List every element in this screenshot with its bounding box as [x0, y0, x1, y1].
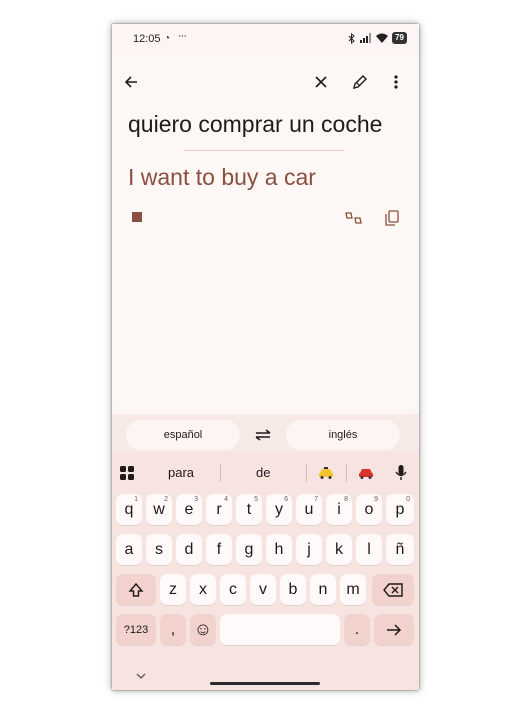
- key-z[interactable]: z: [160, 574, 186, 605]
- key-f[interactable]: f: [206, 534, 232, 565]
- app-bar: [112, 69, 419, 105]
- key-label: w: [153, 500, 165, 518]
- key-number-hint: 7: [314, 496, 318, 503]
- suggestion-separator: [220, 464, 221, 482]
- key-w[interactable]: w2: [146, 494, 172, 525]
- key-number-hint: 5: [254, 496, 258, 503]
- key-number-hint: 8: [344, 496, 348, 503]
- key-o[interactable]: o9: [356, 494, 382, 525]
- comma-key[interactable]: ,: [160, 614, 186, 645]
- target-language-button[interactable]: inglés: [286, 420, 400, 450]
- feedback-icon[interactable]: [340, 204, 368, 232]
- stop-audio-icon[interactable]: [132, 212, 142, 222]
- bluetooth-icon: [348, 32, 355, 44]
- edit-pen-icon[interactable]: [346, 68, 374, 96]
- apps-grid-icon[interactable]: [113, 459, 141, 487]
- wifi-icon: [376, 33, 389, 43]
- battery-indicator: 79: [392, 32, 407, 44]
- key-label: i: [337, 500, 341, 518]
- emoji-icon: ☺: [193, 619, 213, 639]
- key-label: e: [184, 500, 194, 518]
- key-i[interactable]: i8: [326, 494, 352, 525]
- key-m[interactable]: m: [340, 574, 366, 605]
- key-h[interactable]: h: [266, 534, 292, 565]
- symbols-key[interactable]: ?123: [116, 614, 156, 645]
- back-arrow-icon[interactable]: [117, 68, 145, 96]
- translation-card: [112, 56, 419, 414]
- enter-icon: [387, 623, 402, 636]
- divider: [184, 150, 344, 151]
- key-x[interactable]: x: [190, 574, 216, 605]
- key-b[interactable]: b: [280, 574, 306, 605]
- status-time: 12:05: [133, 33, 161, 45]
- key-j[interactable]: j: [296, 534, 322, 565]
- key-k[interactable]: k: [326, 534, 352, 565]
- key-label: u: [304, 500, 314, 518]
- more-notifications-icon: ···: [178, 30, 187, 42]
- key-number-hint: 2: [164, 496, 168, 503]
- key-label: t: [246, 500, 252, 518]
- key-label: o: [364, 500, 374, 518]
- key-label: q: [124, 500, 134, 518]
- suggestion-separator: [306, 464, 307, 482]
- swap-icon[interactable]: [249, 421, 277, 449]
- key-d[interactable]: d: [176, 534, 202, 565]
- phone-screen: 12:05 ◔ ··· 79 quiero comprar un coche I…: [112, 24, 419, 690]
- key-number-hint: 4: [224, 496, 228, 503]
- taxi-emoji-icon[interactable]: [312, 459, 340, 487]
- key-y[interactable]: y6: [266, 494, 292, 525]
- key-u[interactable]: u7: [296, 494, 322, 525]
- source-text-input[interactable]: quiero comprar un coche: [128, 111, 382, 138]
- language-bar: español inglés: [112, 414, 419, 452]
- key-number-hint: 9: [374, 496, 378, 503]
- shift-icon: [128, 582, 144, 597]
- period-key[interactable]: .: [344, 614, 370, 645]
- key-n-tilde[interactable]: ñ: [386, 534, 414, 565]
- suggestion-strip: para de: [112, 452, 419, 488]
- keyboard: para de q1 w2 e3 r4 t5 y6 u7 i8 o9 p0 a: [112, 452, 419, 690]
- suggestion-2[interactable]: de: [256, 465, 270, 480]
- key-r[interactable]: r4: [206, 494, 232, 525]
- key-number-hint: 1: [134, 496, 138, 503]
- key-t[interactable]: t5: [236, 494, 262, 525]
- status-bar: 12:05 ◔ ··· 79: [112, 24, 419, 56]
- key-e[interactable]: e3: [176, 494, 202, 525]
- translated-text: I want to buy a car: [128, 164, 316, 190]
- key-c[interactable]: c: [220, 574, 246, 605]
- key-l[interactable]: l: [356, 534, 382, 565]
- status-icons: 79: [348, 32, 407, 44]
- key-number-hint: 3: [194, 496, 198, 503]
- key-number-hint: 0: [406, 496, 410, 503]
- close-icon[interactable]: [307, 68, 335, 96]
- enter-key[interactable]: [374, 614, 414, 645]
- car-emoji-icon[interactable]: [352, 459, 380, 487]
- copy-icon[interactable]: [378, 204, 406, 232]
- key-v[interactable]: v: [250, 574, 276, 605]
- key-g[interactable]: g: [236, 534, 262, 565]
- key-label: y: [275, 500, 283, 518]
- key-n[interactable]: n: [310, 574, 336, 605]
- chevron-down-icon[interactable]: [136, 666, 146, 684]
- space-key[interactable]: [220, 614, 340, 645]
- backspace-key[interactable]: [372, 574, 414, 605]
- source-language-button[interactable]: español: [126, 420, 240, 450]
- mic-icon[interactable]: [387, 459, 415, 487]
- shift-key[interactable]: [116, 574, 156, 605]
- key-a[interactable]: a: [116, 534, 142, 565]
- key-label: p: [395, 500, 405, 518]
- whatsapp-icon: ◔: [164, 33, 171, 44]
- key-label: r: [216, 500, 222, 518]
- emoji-key[interactable]: ☺: [190, 614, 216, 645]
- suggestion-separator: [346, 464, 347, 482]
- gesture-nav-handle[interactable]: [210, 682, 320, 685]
- key-q[interactable]: q1: [116, 494, 142, 525]
- backspace-icon: [383, 582, 403, 597]
- key-number-hint: 6: [284, 496, 288, 503]
- signal-icon: [360, 33, 372, 43]
- more-vert-icon[interactable]: [382, 68, 410, 96]
- key-p[interactable]: p0: [386, 494, 414, 525]
- suggestion-1[interactable]: para: [168, 465, 194, 480]
- key-s[interactable]: s: [146, 534, 172, 565]
